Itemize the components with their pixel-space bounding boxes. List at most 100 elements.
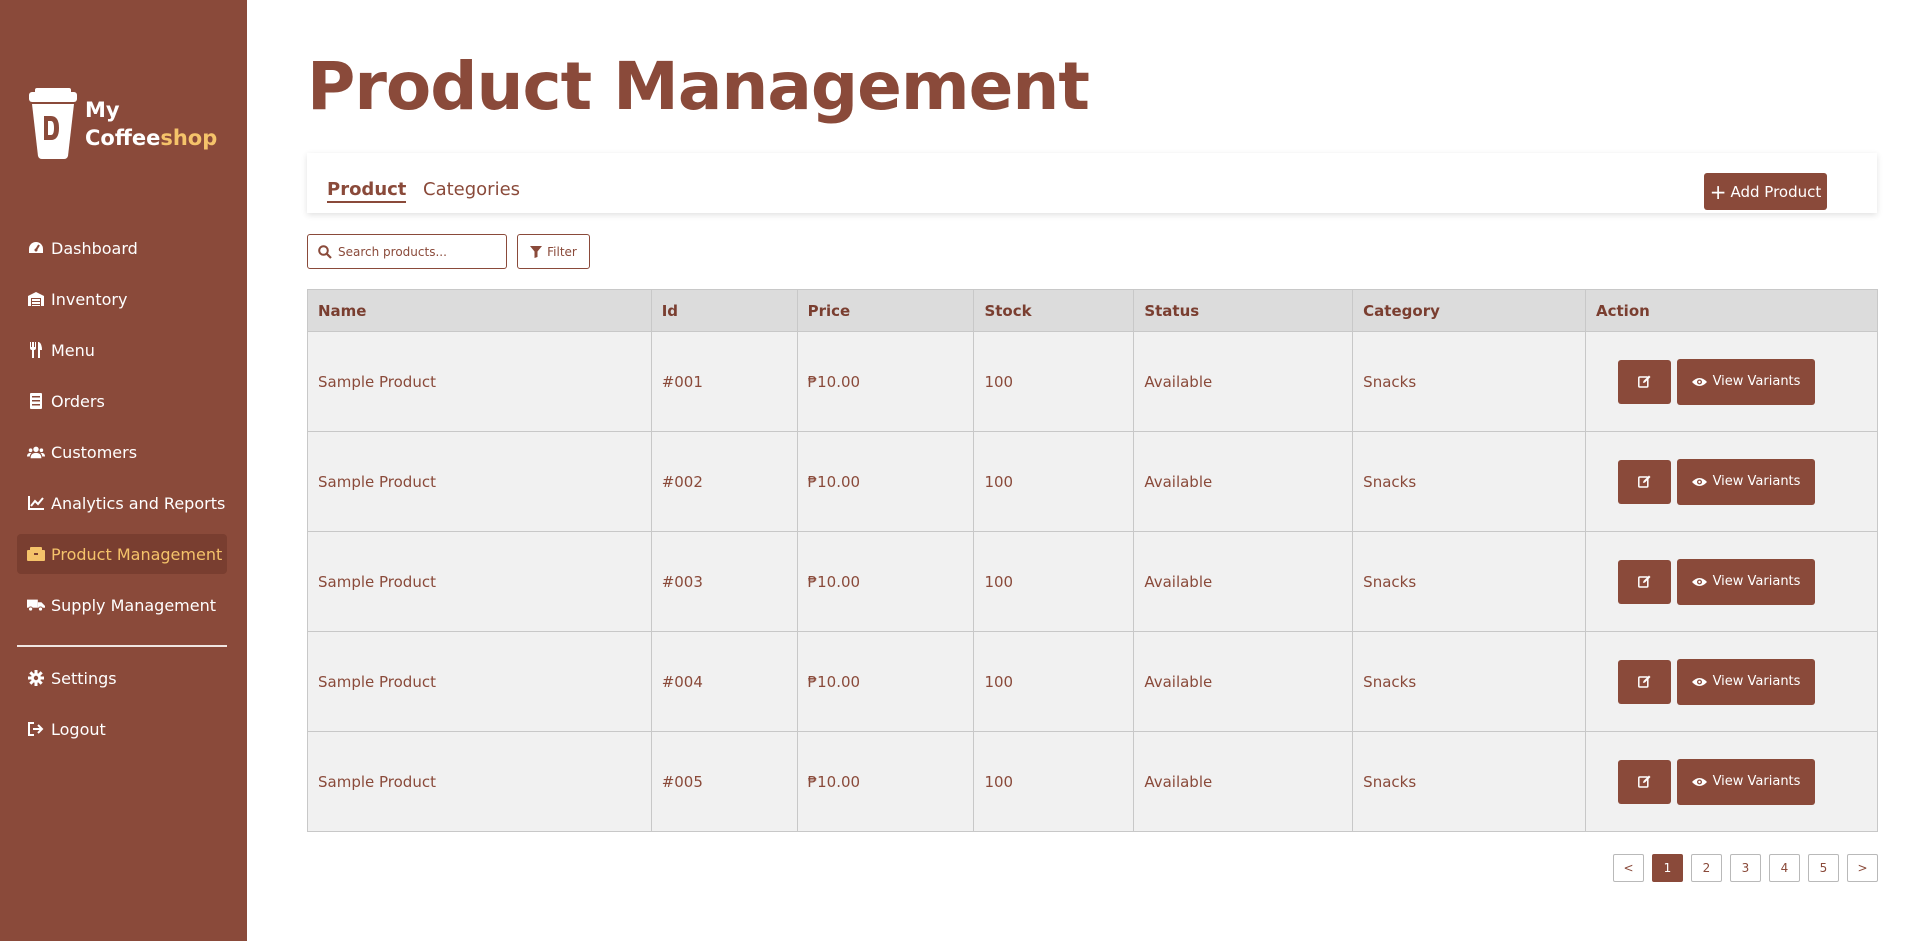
edit-button[interactable] — [1618, 359, 1671, 404]
eye-icon — [1691, 577, 1707, 586]
sidebar-item-dashboard[interactable]: Dashboard — [17, 228, 227, 268]
filter-label: Filter — [547, 244, 577, 259]
add-product-button[interactable]: + Add Product — [1704, 173, 1827, 210]
cell-category: Snacks — [1352, 431, 1586, 532]
view-variants-label: View Variants — [1712, 574, 1801, 589]
search-box[interactable] — [307, 234, 507, 269]
cell-price: ₱10.00 — [796, 631, 975, 732]
utensils-icon — [27, 342, 45, 358]
col-stock[interactable]: Stock — [973, 289, 1135, 332]
sidebar-item-logout[interactable]: Logout — [17, 709, 227, 749]
sidebar-item-label: Product Management — [51, 544, 223, 564]
cell-stock: 100 — [973, 531, 1135, 632]
warehouse-icon — [27, 291, 45, 307]
view-variants-label: View Variants — [1712, 774, 1801, 789]
cell-status: Available — [1133, 431, 1354, 532]
col-name[interactable]: Name — [307, 289, 652, 332]
pagination-page-2[interactable]: 2 — [1691, 854, 1722, 882]
logo[interactable]: My Coffeeshop — [27, 88, 217, 160]
products-table: Name Id Price Stock Status Category Acti… — [307, 289, 1878, 832]
cell-status: Available — [1133, 631, 1354, 732]
sidebar-item-label: Inventory — [51, 289, 128, 309]
cell-id: #005 — [650, 731, 798, 832]
sidebar-item-label: Menu — [51, 340, 95, 360]
sidebar-item-inventory[interactable]: Inventory — [17, 279, 227, 319]
cell-name: Sample Product — [307, 631, 652, 732]
sidebar-item-supply-management[interactable]: Supply Management — [17, 585, 227, 625]
cell-action: View Variants — [1585, 331, 1878, 432]
edit-button[interactable] — [1618, 559, 1671, 604]
cell-stock: 100 — [973, 731, 1135, 832]
cell-name: Sample Product — [307, 731, 652, 832]
chart-line-icon — [27, 495, 45, 511]
edit-button[interactable] — [1618, 759, 1671, 804]
gear-icon — [27, 670, 45, 686]
view-variants-label: View Variants — [1712, 674, 1801, 689]
pagination-next[interactable]: > — [1847, 854, 1878, 882]
search-input[interactable] — [338, 244, 498, 259]
tab-product[interactable]: Product — [327, 179, 407, 203]
plus-icon: + — [1709, 179, 1727, 204]
view-variants-button[interactable]: View Variants — [1677, 658, 1815, 705]
edit-icon — [1638, 675, 1651, 688]
gauge-icon — [27, 240, 45, 256]
view-variants-button[interactable]: View Variants — [1677, 558, 1815, 605]
sidebar-nav: Dashboard Inventory Menu Orders Customer… — [17, 228, 227, 636]
view-variants-button[interactable]: View Variants — [1677, 458, 1815, 505]
users-icon — [27, 444, 45, 460]
cell-category: Snacks — [1352, 731, 1586, 832]
sidebar-bottom-nav: Settings Logout — [17, 658, 227, 760]
pagination-page-3[interactable]: 3 — [1730, 854, 1761, 882]
edit-icon — [1638, 375, 1651, 388]
col-price[interactable]: Price — [796, 289, 975, 332]
sidebar-item-customers[interactable]: Customers — [17, 432, 227, 472]
edit-icon — [1638, 575, 1651, 588]
cell-status: Available — [1133, 331, 1354, 432]
edit-button[interactable] — [1618, 459, 1671, 504]
eye-icon — [1691, 477, 1707, 486]
cell-action: View Variants — [1585, 531, 1878, 632]
page-title: Product Management — [307, 48, 1090, 125]
sidebar-item-label: Supply Management — [51, 595, 217, 615]
receipt-icon — [27, 393, 45, 409]
cell-price: ₱10.00 — [796, 431, 975, 532]
cell-id: #002 — [650, 431, 798, 532]
add-product-label: Add Product — [1730, 182, 1822, 201]
sidebar-item-label: Logout — [51, 719, 106, 739]
table-row: Sample Product #001 ₱10.00 100 Available… — [307, 331, 1878, 432]
pagination-prev[interactable]: < — [1613, 854, 1644, 882]
view-variants-button[interactable]: View Variants — [1677, 358, 1815, 405]
search-icon — [318, 244, 332, 259]
pagination-page-1[interactable]: 1 — [1652, 854, 1683, 882]
pagination-page-5[interactable]: 5 — [1808, 854, 1839, 882]
edit-icon — [1638, 775, 1651, 788]
col-id[interactable]: Id — [650, 289, 798, 332]
edit-button[interactable] — [1618, 659, 1671, 704]
coffee-cup-icon — [29, 88, 77, 159]
cell-id: #003 — [650, 531, 798, 632]
col-category[interactable]: Category — [1352, 289, 1586, 332]
cell-action: View Variants — [1585, 631, 1878, 732]
sidebar-item-menu[interactable]: Menu — [17, 330, 227, 370]
cell-price: ₱10.00 — [796, 331, 975, 432]
sidebar-item-settings[interactable]: Settings — [17, 658, 227, 698]
table-row: Sample Product #003 ₱10.00 100 Available… — [307, 531, 1878, 632]
edit-icon — [1638, 475, 1651, 488]
sidebar-item-analytics[interactable]: Analytics and Reports — [17, 483, 227, 523]
boxes-icon — [27, 546, 45, 562]
cell-stock: 100 — [973, 431, 1135, 532]
pagination-page-4[interactable]: 4 — [1769, 854, 1800, 882]
view-variants-label: View Variants — [1712, 374, 1801, 389]
sidebar-item-product-management[interactable]: Product Management — [17, 534, 227, 574]
sidebar-item-orders[interactable]: Orders — [17, 381, 227, 421]
cell-stock: 100 — [973, 331, 1135, 432]
view-variants-button[interactable]: View Variants — [1677, 758, 1815, 805]
brand-line2-accent: shop — [160, 126, 218, 150]
filter-button[interactable]: Filter — [517, 234, 590, 269]
tab-categories[interactable]: Categories — [423, 179, 520, 200]
table-row: Sample Product #004 ₱10.00 100 Available… — [307, 631, 1878, 732]
cell-stock: 100 — [973, 631, 1135, 732]
truck-icon — [27, 597, 45, 613]
cell-price: ₱10.00 — [796, 531, 975, 632]
col-status[interactable]: Status — [1133, 289, 1354, 332]
